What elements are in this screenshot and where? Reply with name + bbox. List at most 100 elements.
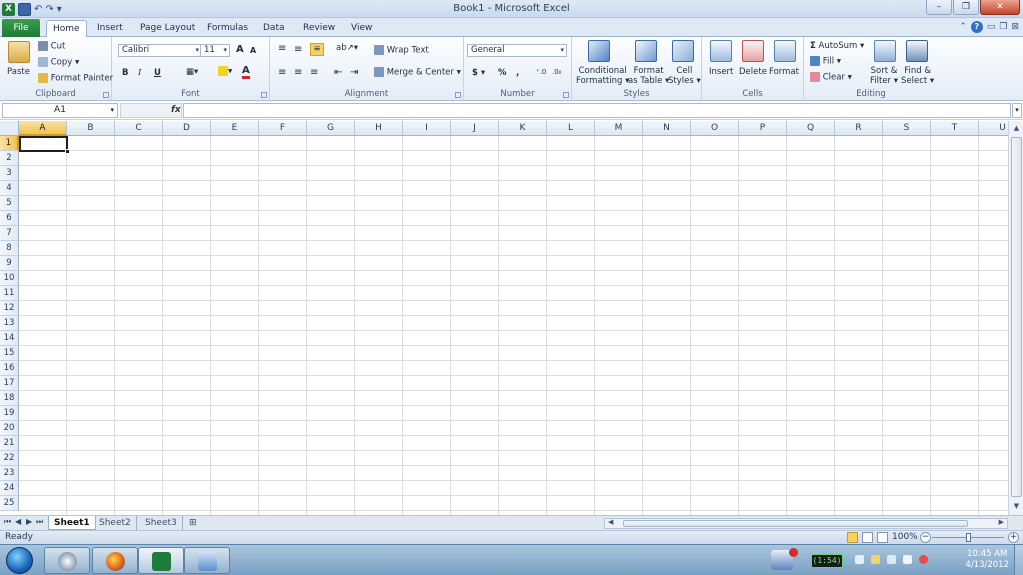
fill-color-icon[interactable]: ▾ [218,66,232,77]
network-icon[interactable] [903,555,912,564]
close-button[interactable]: ✕ [980,0,1020,15]
scroll-right-icon[interactable]: ▶ [999,518,1004,526]
cell-area[interactable] [19,136,1008,515]
doc-close-icon[interactable]: ⊠ [1011,22,1019,32]
insert-function-icon[interactable]: fx [171,104,181,117]
format-as-table-button[interactable]: Format as Table ▾ [628,66,669,86]
grow-font-button[interactable]: A [236,44,244,55]
fill-button[interactable]: Fill ▾ [810,56,841,67]
merge-center-button[interactable]: Merge & Center ▾ [374,67,461,78]
orientation-icon[interactable]: ab↗▾ [336,43,358,53]
row-header-13[interactable]: 13 [0,316,19,331]
sheet-tab-sheet3[interactable]: Sheet3 [140,516,183,530]
format-button[interactable]: Format [769,67,799,77]
horizontal-scrollbar[interactable]: ◀ ▶ [604,518,1008,529]
minimize-button[interactable]: – [926,0,952,15]
row-header-21[interactable]: 21 [0,436,19,451]
row-header-4[interactable]: 4 [0,181,19,196]
row-header-24[interactable]: 24 [0,481,19,496]
vertical-scrollbar[interactable]: ▲ ▼ [1008,121,1023,515]
row-header-23[interactable]: 23 [0,466,19,481]
column-header-k[interactable]: K [499,121,547,136]
font-launcher-icon[interactable] [261,92,267,98]
insert-sheet-icon[interactable]: ⊞ [184,516,202,530]
row-header-12[interactable]: 12 [0,301,19,316]
column-header-d[interactable]: D [163,121,211,136]
help-icon[interactable]: ? [970,21,983,33]
row-header-19[interactable]: 19 [0,406,19,421]
paste-button[interactable]: Paste [7,67,30,77]
volume-muted-icon[interactable] [919,555,928,564]
column-header-g[interactable]: G [307,121,355,136]
column-header-p[interactable]: P [739,121,787,136]
doc-restore-icon[interactable]: ❐ [999,22,1007,32]
row-header-20[interactable]: 20 [0,421,19,436]
bottom-align-icon[interactable]: ≡ [310,43,324,56]
zoom-slider-knob[interactable] [966,533,971,542]
align-left-icon[interactable]: ≡ [278,67,286,78]
tab-file[interactable]: File [2,19,40,37]
format-painter-button[interactable]: Format Painter [38,73,113,84]
clear-button[interactable]: Clear ▾ [810,72,852,83]
power-icon[interactable] [887,555,896,564]
row-header-8[interactable]: 8 [0,241,19,256]
increase-indent-icon[interactable]: ⇥ [350,67,358,78]
first-sheet-icon[interactable]: ⏮ [4,517,11,527]
restore-button[interactable]: ❐ [953,0,979,15]
taskbar-firefox[interactable] [92,547,138,574]
page-layout-view-button[interactable] [862,532,873,543]
taskbar-control-panel[interactable] [184,547,230,574]
comma-button[interactable]: , [516,68,519,78]
shrink-font-button[interactable]: A [250,46,256,55]
tab-insert[interactable]: Insert [91,20,129,37]
italic-button[interactable]: I [138,68,141,78]
last-sheet-icon[interactable]: ⏭ [36,517,43,527]
decrease-decimal-icon[interactable]: .0₀ [552,68,562,76]
binoculars-icon[interactable] [906,40,928,62]
scroll-left-icon[interactable]: ◀ [608,518,613,526]
font-size-dropdown[interactable]: 11 ▾ [200,44,230,57]
taskbar-excel[interactable] [138,547,184,574]
column-header-h[interactable]: H [355,121,403,136]
zoom-out-button[interactable]: − [920,532,931,543]
top-align-icon[interactable]: ≡ [278,43,286,54]
copy-button[interactable]: Copy ▾ [38,57,79,68]
increase-decimal-icon[interactable]: ⁺.0 [536,68,546,76]
select-all-button[interactable] [0,121,19,136]
column-header-b[interactable]: B [67,121,115,136]
tab-formulas[interactable]: Formulas [201,20,254,37]
row-header-25[interactable]: 25 [0,496,19,511]
tab-home[interactable]: Home [46,20,87,37]
row-header-11[interactable]: 11 [0,286,19,301]
tab-data[interactable]: Data [257,20,291,37]
tray-expand-icon[interactable] [855,555,864,564]
column-header-c[interactable]: C [115,121,163,136]
row-header-2[interactable]: 2 [0,151,19,166]
autosum-button[interactable]: Σ AutoSum ▾ [810,41,864,51]
sort-filter-button[interactable]: Sort & Filter ▾ [870,66,898,86]
column-header-i[interactable]: I [403,121,451,136]
find-select-button[interactable]: Find & Select ▾ [901,66,934,86]
scroll-down-icon[interactable]: ▼ [1010,500,1023,513]
tab-review[interactable]: Review [297,20,341,37]
system-clock[interactable]: 10:45 AM 4/13/2012 [965,549,1009,571]
name-box[interactable]: A1 ▾ [2,103,118,118]
conditional-formatting-button[interactable]: Conditional Formatting ▾ [576,66,629,86]
row-header-16[interactable]: 16 [0,361,19,376]
column-header-t[interactable]: T [931,121,979,136]
row-header-9[interactable]: 9 [0,256,19,271]
zoom-in-button[interactable]: + [1008,532,1019,543]
borders-icon[interactable]: ▦▾ [186,67,198,77]
action-center-icon[interactable] [871,555,880,564]
number-launcher-icon[interactable] [563,92,569,98]
expand-formula-bar-icon[interactable]: ▾ [1012,103,1022,118]
row-header-22[interactable]: 22 [0,451,19,466]
underline-button[interactable]: U [154,68,161,78]
insert-button[interactable]: Insert [709,67,733,77]
alignment-launcher-icon[interactable] [455,92,461,98]
fill-handle[interactable] [65,149,70,154]
row-header-15[interactable]: 15 [0,346,19,361]
decrease-indent-icon[interactable]: ⇤ [334,67,342,78]
number-format-dropdown[interactable]: General ▾ [467,44,567,57]
page-break-view-button[interactable] [877,532,888,543]
